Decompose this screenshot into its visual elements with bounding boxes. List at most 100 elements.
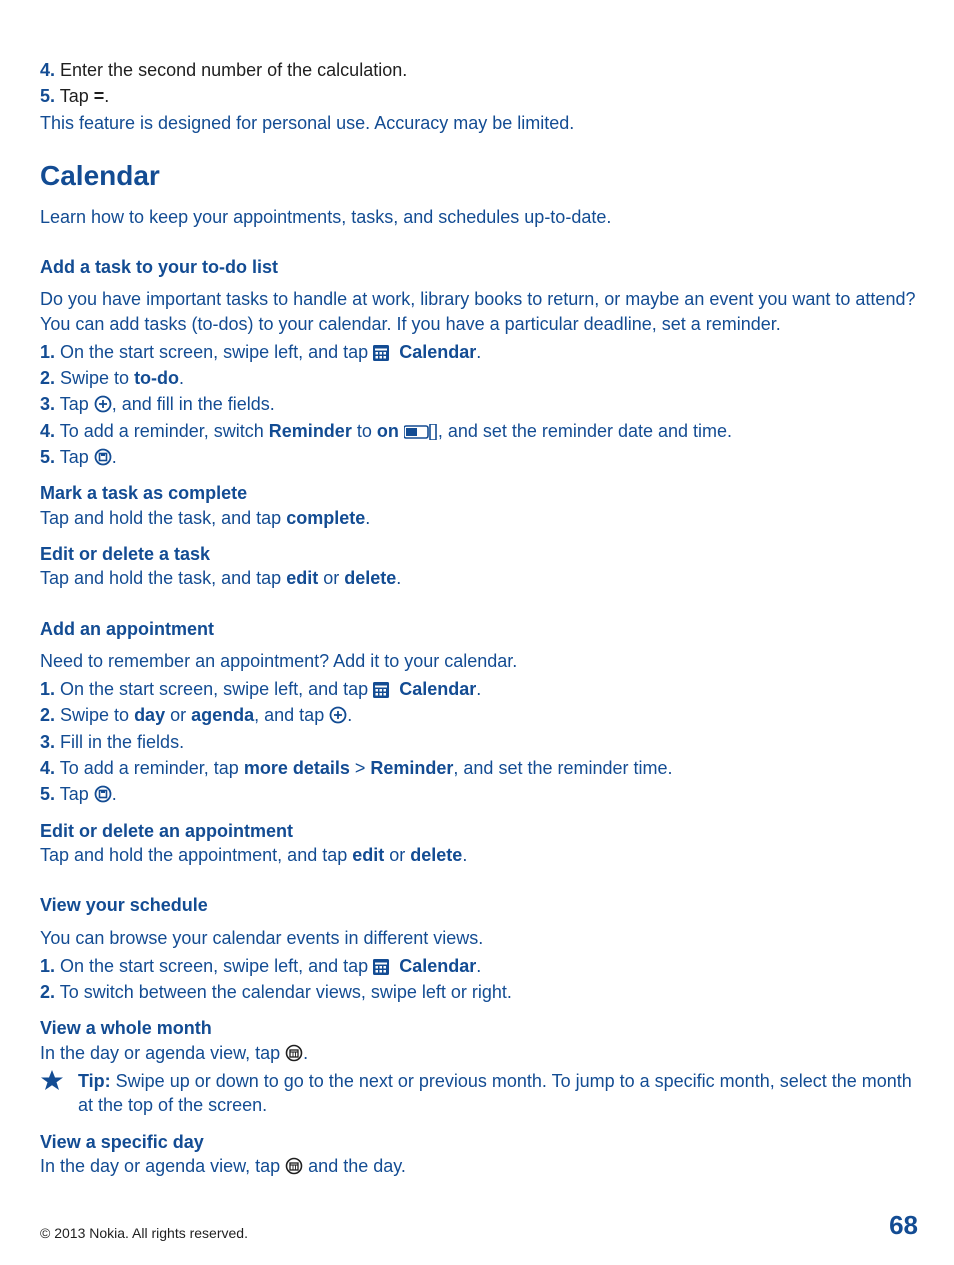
calendar-icon [373, 345, 389, 361]
add-task-step-3: 3. Tap , and fill in the fields. [40, 392, 918, 416]
edit-bold: edit [286, 568, 318, 588]
step-post: , and fill in the fields. [112, 394, 275, 414]
step-pre: On the start screen, swipe left, and tap [55, 342, 373, 362]
accuracy-note: This feature is designed for personal us… [40, 111, 918, 135]
post: . [396, 568, 401, 588]
on-bold: on [377, 421, 399, 441]
calendar-icon [373, 682, 389, 698]
add-appt-step-1: 1. On the start screen, swipe left, and … [40, 677, 918, 701]
step-pre: Tap [55, 394, 94, 414]
post: . [365, 508, 370, 528]
view-step-2: 2. To switch between the calendar views,… [40, 980, 918, 1004]
more-details-bold: more details [244, 758, 350, 778]
add-task-step-1: 1. On the start screen, swipe left, and … [40, 340, 918, 364]
month-circle-icon [285, 1157, 303, 1175]
step-pre: Tap [55, 86, 94, 106]
step-bold: Calendar [399, 956, 476, 976]
reminder-bold: Reminder [269, 421, 352, 441]
step-number: 3. [40, 732, 55, 752]
step-post: . [112, 784, 117, 804]
step-number: 5. [40, 447, 55, 467]
save-circle-icon [94, 448, 112, 466]
add-appt-intro: Need to remember an appointment? Add it … [40, 649, 918, 673]
step-text: Fill in the fields. [55, 732, 184, 752]
step-pre: To add a reminder, switch [55, 421, 269, 441]
step-number: 2. [40, 982, 55, 1002]
view-schedule-intro: You can browse your calendar events in d… [40, 926, 918, 950]
step-pre: Tap [55, 784, 94, 804]
pre: Tap and hold the task, and tap [40, 508, 286, 528]
page-number: 68 [889, 1208, 918, 1243]
calendar-intro: Learn how to keep your appointments, tas… [40, 205, 918, 229]
view-day-text: In the day or agenda view, tap and the d… [40, 1154, 918, 1178]
step-number: 5. [40, 86, 55, 106]
step-number: 2. [40, 368, 55, 388]
step-pre: Tap [55, 447, 94, 467]
post: , and tap [254, 705, 329, 725]
step-text: Enter the second number of the calculati… [55, 60, 407, 80]
star-icon [40, 1069, 64, 1091]
edit-task-text: Tap and hold the task, and tap edit or d… [40, 566, 918, 590]
step-number: 3. [40, 394, 55, 414]
heading-edit-task: Edit or delete a task [40, 542, 918, 566]
heading-add-appointment: Add an appointment [40, 617, 918, 641]
bold: complete [286, 508, 365, 528]
step-bold: Calendar [399, 342, 476, 362]
mid: or [165, 705, 191, 725]
edit-appointment-text: Tap and hold the appointment, and tap ed… [40, 843, 918, 867]
step-pre: Swipe to [55, 368, 134, 388]
reminder-bold: Reminder [370, 758, 453, 778]
step-post: . [104, 86, 109, 106]
delete-bold: delete [410, 845, 462, 865]
step-post: , and set the reminder date and time. [438, 421, 732, 441]
add-appt-step-2: 2. Swipe to day or agenda, and tap . [40, 703, 918, 727]
add-appt-step-3: 3. Fill in the fields. [40, 730, 918, 754]
step-bold: Calendar [399, 679, 476, 699]
edit-bold: edit [352, 845, 384, 865]
post: and the day. [303, 1156, 406, 1176]
heading-calendar: Calendar [40, 157, 918, 195]
pre: In the day or agenda view, tap [40, 1043, 285, 1063]
post: . [303, 1043, 308, 1063]
mid: or [318, 568, 344, 588]
step-pre: On the start screen, swipe left, and tap [55, 956, 373, 976]
step-bold: = [94, 86, 105, 106]
add-task-step-4: 4. To add a reminder, switch Reminder to… [40, 419, 918, 443]
step-pre: To add a reminder, tap [55, 758, 244, 778]
add-task-step-2: 2. Swipe to to-do. [40, 366, 918, 390]
step-number: 4. [40, 60, 55, 80]
step-number: 2. [40, 705, 55, 725]
heading-view-day: View a specific day [40, 1130, 918, 1154]
step-post: . [476, 956, 481, 976]
page-footer: © 2013 Nokia. All rights reserved. 68 [40, 1208, 918, 1243]
add-appt-step-4: 4. To add a reminder, tap more details >… [40, 756, 918, 780]
step-calc-4: 4. Enter the second number of the calcul… [40, 58, 918, 82]
step-mid: to [352, 421, 377, 441]
heading-mark-complete: Mark a task as complete [40, 481, 918, 505]
mark-complete-text: Tap and hold the task, and tap complete. [40, 506, 918, 530]
step-number: 4. [40, 758, 55, 778]
month-circle-icon [285, 1044, 303, 1062]
view-month-text: In the day or agenda view, tap . [40, 1041, 918, 1065]
step-number: 1. [40, 342, 55, 362]
step-post: . [112, 447, 117, 467]
tip-label: Tip: [78, 1071, 116, 1091]
step-pre: On the start screen, swipe left, and tap [55, 679, 373, 699]
toggle-on-icon [404, 424, 438, 440]
add-task-step-5: 5. Tap . [40, 445, 918, 469]
pre: In the day or agenda view, tap [40, 1156, 285, 1176]
step-number: 4. [40, 421, 55, 441]
step-number: 1. [40, 679, 55, 699]
delete-bold: delete [344, 568, 396, 588]
mid: or [384, 845, 410, 865]
pre: Tap and hold the task, and tap [40, 568, 286, 588]
plus-circle-icon [94, 395, 112, 413]
day-bold: day [134, 705, 165, 725]
add-appt-step-5: 5. Tap . [40, 782, 918, 806]
step-bold: to-do [134, 368, 179, 388]
copyright-text: © 2013 Nokia. All rights reserved. [40, 1224, 248, 1243]
tip-row: Tip: Swipe up or down to go to the next … [40, 1069, 918, 1118]
tip-body: Tip: Swipe up or down to go to the next … [78, 1069, 918, 1118]
heading-edit-appointment: Edit or delete an appointment [40, 819, 918, 843]
step-text: To switch between the calendar views, sw… [55, 982, 512, 1002]
